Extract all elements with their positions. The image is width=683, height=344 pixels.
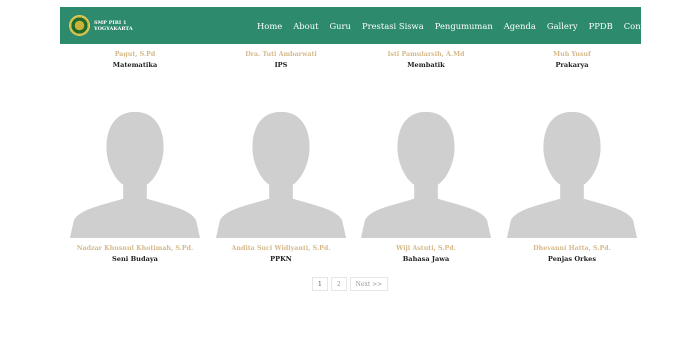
teacher-name: Pagut, S.Pd [114, 51, 156, 58]
teacher-photo-avatar-icon[interactable] [66, 100, 204, 238]
teacher-subject: Prakarya [555, 61, 589, 69]
teacher-name: Dra. Tuti Ambarwati [245, 51, 317, 58]
teacher-photo-avatar-icon[interactable] [212, 100, 350, 238]
nav-ppdb[interactable]: PPDB [589, 21, 613, 31]
nav-guru[interactable]: Guru [329, 21, 350, 31]
main-menu: Home About Guru Prestasi Siswa Pengumuma… [257, 7, 668, 44]
brand-line2: YOGYAKARTA [94, 25, 133, 32]
teacher-subject: PPKN [270, 255, 292, 263]
person-silhouette-icon [360, 111, 492, 238]
teacher-name: Dhevanni Hatta, S.Pd. [533, 245, 611, 252]
school-logo-icon [69, 15, 90, 36]
teacher-subject: IPS [274, 61, 288, 69]
nav-gallery[interactable]: Gallery [547, 21, 578, 31]
navbar: SMP PIRI 1 YOGYAKARTA Home About Guru Pr… [60, 7, 657, 44]
teacher-subject: Matematika [112, 61, 158, 69]
teacher-photo-avatar-icon[interactable] [503, 100, 641, 238]
page-1-button[interactable]: 1 [312, 277, 328, 291]
nav-pengumuman[interactable]: Pengumuman [435, 21, 493, 31]
teacher-subject: Penjas Orkes [547, 255, 597, 263]
next-page-button[interactable]: Next >> [349, 277, 389, 291]
page-2-button[interactable]: 2 [330, 277, 347, 291]
teacher-subject: Seni Budaya [112, 255, 158, 263]
teacher-photo-avatar-icon[interactable] [357, 100, 495, 238]
nav-agenda[interactable]: Agenda [504, 21, 536, 31]
teacher-subject: Membatik [407, 61, 445, 69]
nav-home[interactable]: Home [257, 21, 282, 31]
teacher-name: Andita Suci Widiyanti, S.Pd. [231, 245, 331, 252]
teacher-name: Wiji Astuti, S.Pd. [396, 245, 456, 252]
brand-text: SMP PIRI 1 YOGYAKARTA [94, 20, 133, 32]
brand[interactable]: SMP PIRI 1 YOGYAKARTA [69, 15, 133, 36]
person-silhouette-icon [506, 111, 638, 238]
nav-contact[interactable]: Contact [624, 21, 657, 31]
teacher-subject: Bahasa Jawa [402, 255, 450, 263]
person-silhouette-icon [215, 111, 347, 238]
nav-about[interactable]: About [293, 21, 318, 31]
teacher-name: Nadzar Khusnul Khotimah, S.Pd. [76, 245, 194, 252]
pagination: 1 2 Next >> [312, 277, 389, 291]
person-silhouette-icon [69, 111, 201, 238]
nav-prestasi-siswa[interactable]: Prestasi Siswa [362, 21, 424, 31]
teacher-name: Isti Pamularsih, A.Md [387, 51, 465, 58]
teacher-name: Muh Yusuf [553, 51, 591, 58]
